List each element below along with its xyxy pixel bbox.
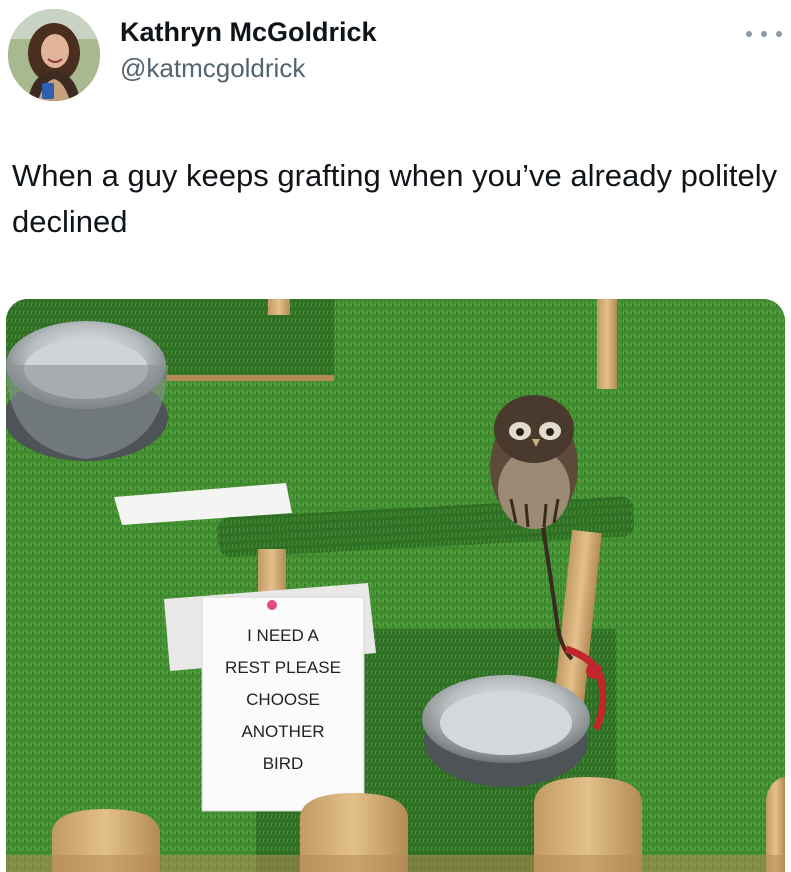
- sign-line: REST PLEASE: [225, 658, 341, 677]
- sign-line: ANOTHER: [241, 722, 324, 741]
- avatar[interactable]: [8, 9, 100, 101]
- tweet-media-photo[interactable]: I NEED A REST PLEASE CHOOSE ANOTHER BIRD: [6, 299, 785, 872]
- avatar-image: [8, 9, 100, 101]
- more-dot: [761, 31, 767, 37]
- sign-line: I NEED A: [247, 626, 319, 645]
- author-display-name[interactable]: Kathryn McGoldrick: [120, 15, 377, 49]
- more-options-icon[interactable]: [746, 26, 782, 42]
- more-dot: [746, 31, 752, 37]
- more-dot: [776, 31, 782, 37]
- author-handle[interactable]: @katmcgoldrick: [120, 51, 377, 85]
- tweet-text: When a guy keeps grafting when you’ve al…: [12, 158, 778, 239]
- sign-line: CHOOSE: [246, 690, 320, 709]
- owl-photo: I NEED A REST PLEASE CHOOSE ANOTHER BIRD: [6, 299, 785, 872]
- tweet-card: Kathryn McGoldrick @katmcgoldrick When a…: [0, 0, 791, 872]
- tweet-author: Kathryn McGoldrick @katmcgoldrick: [120, 15, 377, 85]
- sign-line: BIRD: [263, 754, 304, 773]
